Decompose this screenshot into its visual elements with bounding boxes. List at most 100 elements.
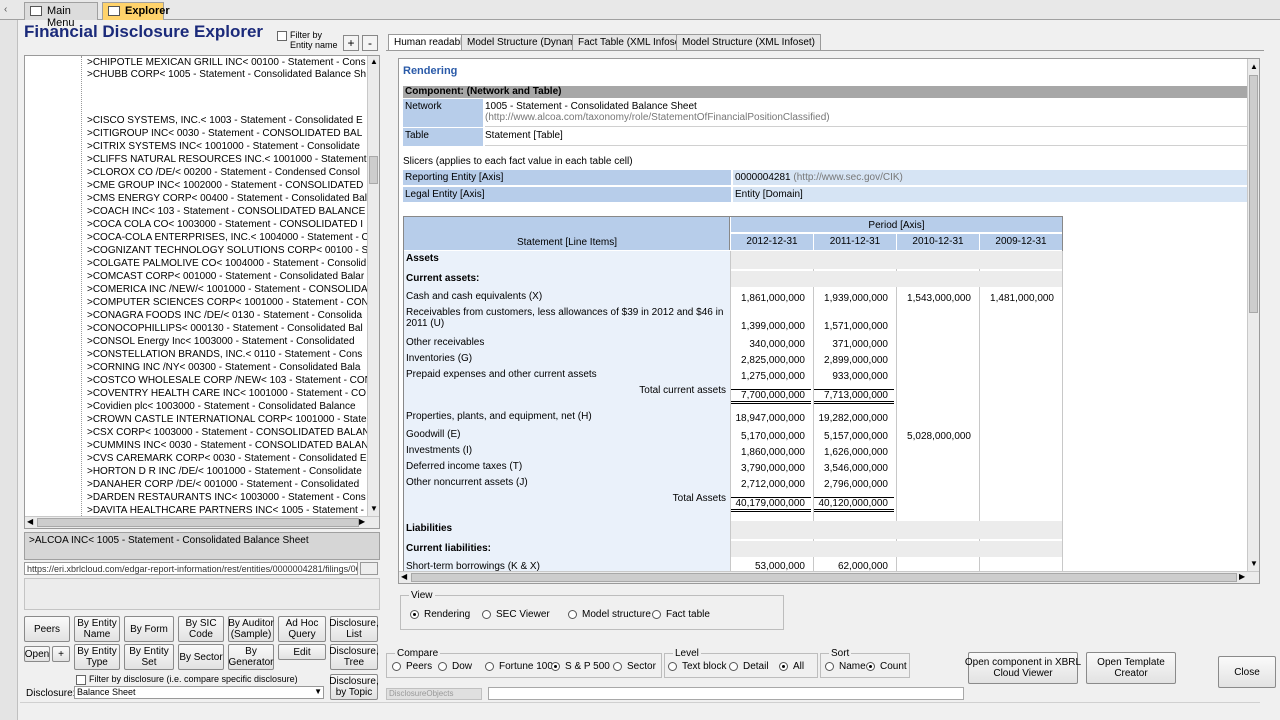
by-sector-button[interactable]: By Sector <box>178 644 224 670</box>
fact-value[interactable]: 1,399,000,000 <box>731 321 811 332</box>
compare-option-label[interactable]: Dow <box>452 661 472 672</box>
fact-value[interactable]: 7,713,000,000 <box>814 389 894 404</box>
disclosure-by-topic-button[interactable]: Disclosure, by Topic <box>329 674 379 700</box>
compare-radio[interactable] <box>485 662 494 671</box>
collapse-all-button[interactable]: - <box>362 35 378 51</box>
compare-option-label[interactable]: S & P 500 <box>565 661 610 672</box>
view-radio[interactable] <box>410 610 419 619</box>
navigation-pane-collapsed[interactable] <box>0 20 18 720</box>
hscroll-thumb[interactable] <box>37 518 359 527</box>
tree-item[interactable]: >CVS CAREMARK CORP< 0030 - Statement - C… <box>87 453 367 465</box>
fact-value[interactable]: 1,543,000,000 <box>897 293 977 304</box>
tree-item[interactable]: >CSX CORP< 1003000 - Statement - CONSOLI… <box>87 427 370 439</box>
tree-item[interactable]: >DARDEN RESTAURANTS INC< 1003000 - State… <box>87 492 366 504</box>
by-entity-name-button[interactable]: By Entity Name <box>74 616 120 642</box>
render-horizontal-scrollbar[interactable]: ◀ ▶ <box>399 571 1259 583</box>
expand-all-button[interactable]: + <box>343 35 359 51</box>
by-form-button[interactable]: By Form <box>124 616 174 642</box>
tree-item[interactable]: >CISCO SYSTEMS, INC.< 1003 - Statement -… <box>87 115 363 127</box>
tree-item[interactable]: >CLIFFS NATURAL RESOURCES INC.< 1001000 … <box>87 154 367 166</box>
tree-item[interactable]: >CLOROX CO /DE/< 00200 - Statement - Con… <box>87 167 360 179</box>
compare-radio[interactable] <box>392 662 401 671</box>
tab-model-structure-xml[interactable]: Model Structure (XML Infoset) <box>676 34 822 50</box>
tree-vertical-scrollbar[interactable]: ▲ ▼ <box>367 56 379 516</box>
fact-value[interactable]: 7,700,000,000 <box>731 389 811 404</box>
level-radio[interactable] <box>729 662 738 671</box>
filter-by-entity-name-checkbox[interactable] <box>277 31 287 41</box>
view-option-label[interactable]: Rendering <box>424 609 470 620</box>
nav-back-icon[interactable]: ‹ <box>4 4 7 15</box>
compare-option-label[interactable]: Sector <box>627 661 656 672</box>
disclosure-tree[interactable]: >CHIPOTLE MEXICAN GRILL INC< 00100 - Sta… <box>24 55 380 529</box>
render-scroll-thumb[interactable] <box>1249 75 1258 313</box>
by-auditor-button[interactable]: By Auditor (Sample) <box>228 616 274 642</box>
fact-value[interactable]: 5,028,000,000 <box>897 431 977 442</box>
compare-option-label[interactable]: Fortune 100 <box>499 661 553 672</box>
tree-item[interactable]: >COVENTRY HEALTH CARE INC< 1001000 - Sta… <box>87 388 366 400</box>
sort-option-label[interactable]: Name <box>839 661 866 672</box>
tree-item[interactable]: >CROWN CASTLE INTERNATIONAL CORP< 100100… <box>87 414 375 426</box>
fact-value[interactable]: 2,712,000,000 <box>731 479 811 490</box>
tree-item[interactable]: >COMPUTER SCIENCES CORP< 1001000 - State… <box>87 297 372 309</box>
disclosure-tree-button[interactable]: Disclosure, Tree <box>329 644 379 670</box>
tree-item[interactable]: >CITRIX SYSTEMS INC< 1001000 - Statement… <box>87 141 360 153</box>
fact-value[interactable]: 18,947,000,000 <box>731 413 811 424</box>
by-generator-button[interactable]: By Generator <box>228 644 274 670</box>
view-option-label[interactable]: Model structure <box>582 609 651 620</box>
fact-value[interactable]: 40,120,000,000 <box>814 497 894 512</box>
status-field[interactable] <box>488 687 964 700</box>
level-radio[interactable] <box>779 662 788 671</box>
fact-value[interactable]: 2,796,000,000 <box>814 479 894 490</box>
scroll-up-icon[interactable]: ▲ <box>370 57 378 66</box>
sort-option-label[interactable]: Count <box>880 661 907 672</box>
tree-item[interactable]: >CONAGRA FOODS INC /DE/< 0130 - Statemen… <box>87 310 362 322</box>
scroll-left-icon[interactable]: ◀ <box>401 572 407 581</box>
disclosure-list-button[interactable]: Disclosure, List <box>329 616 379 642</box>
rendering-viewer[interactable]: Rendering Component: (Network and Table)… <box>398 58 1260 584</box>
fact-value[interactable]: 19,282,000,000 <box>814 413 894 424</box>
disclosure-select[interactable]: Balance Sheet ▼ <box>74 686 324 699</box>
tree-item[interactable]: >CONSTELLATION BRANDS, INC.< 0110 - Stat… <box>87 349 362 361</box>
compare-radio[interactable] <box>613 662 622 671</box>
tree-item[interactable]: >CORNING INC /NY< 00300 - Statement - Co… <box>87 362 360 374</box>
render-vertical-scrollbar[interactable]: ▲ ▼ <box>1247 59 1259 571</box>
compare-option-label[interactable]: Peers <box>406 661 432 672</box>
level-option-label[interactable]: Text block <box>682 661 726 672</box>
sort-radio[interactable] <box>825 662 834 671</box>
level-option-label[interactable]: Detail <box>743 661 769 672</box>
url-field[interactable]: https://eri.xbrlcloud.com/edgar-report-i… <box>24 562 358 575</box>
tree-item[interactable]: >Covidien plc< 1003000 - Statement - Con… <box>87 401 356 413</box>
tree-item[interactable]: >COMERICA INC /NEW/< 1001000 - Statement… <box>87 284 368 296</box>
chevron-down-icon[interactable]: ▼ <box>314 687 322 696</box>
tree-item[interactable]: >HORTON D R INC /DE/< 1001000 - Statemen… <box>87 466 362 478</box>
tree-item[interactable]: >CITIGROUP INC< 0030 - Statement - CONSO… <box>87 128 362 140</box>
tree-item[interactable]: >COACH INC< 103 - Statement - CONSOLIDAT… <box>87 206 365 218</box>
tree-item[interactable]: >COGNIZANT TECHNOLOGY SOLUTIONS CORP< 00… <box>87 245 377 257</box>
by-entity-type-button[interactable]: By Entity Type <box>74 644 120 670</box>
fact-value[interactable]: 1,481,000,000 <box>980 293 1060 304</box>
level-option-label[interactable]: All <box>793 661 804 672</box>
tree-item[interactable]: >COLGATE PALMOLIVE CO< 1004000 - Stateme… <box>87 258 366 270</box>
tab-main-menu[interactable]: Main Menu <box>24 2 98 29</box>
scroll-thumb[interactable] <box>369 156 378 184</box>
tree-item[interactable]: >CME GROUP INC< 1002000 - Statement - CO… <box>87 180 363 192</box>
add-button[interactable]: + <box>52 646 70 662</box>
by-sic-code-button[interactable]: By SIC Code <box>178 616 224 642</box>
scroll-down-icon[interactable]: ▼ <box>1250 559 1258 568</box>
open-template-creator-button[interactable]: Open Template Creator <box>1086 652 1176 684</box>
tree-item[interactable]: >COSTCO WHOLESALE CORP /NEW< 103 - State… <box>87 375 372 387</box>
fact-value[interactable]: 1,626,000,000 <box>814 447 894 458</box>
fact-value[interactable]: 340,000,000 <box>731 339 811 350</box>
tree-item[interactable]: >CHUBB CORP< 1005 - Statement - Consolid… <box>87 69 366 81</box>
tree-item[interactable]: >CONOCOPHILLIPS< 000130 - Statement - Co… <box>87 323 363 335</box>
level-radio[interactable] <box>668 662 677 671</box>
fact-value[interactable]: 40,179,000,000 <box>731 497 811 512</box>
scroll-right-icon[interactable]: ▶ <box>359 517 365 526</box>
scroll-right-icon[interactable]: ▶ <box>1239 572 1245 581</box>
tree-item[interactable]: >CUMMINS INC< 0030 - Statement - CONSOLI… <box>87 440 369 452</box>
fact-value[interactable]: 1,571,000,000 <box>814 321 894 332</box>
fact-value[interactable]: 1,939,000,000 <box>814 293 894 304</box>
fact-value[interactable]: 5,157,000,000 <box>814 431 894 442</box>
view-option-label[interactable]: Fact table <box>666 609 710 620</box>
fact-value[interactable]: 933,000,000 <box>814 371 894 382</box>
